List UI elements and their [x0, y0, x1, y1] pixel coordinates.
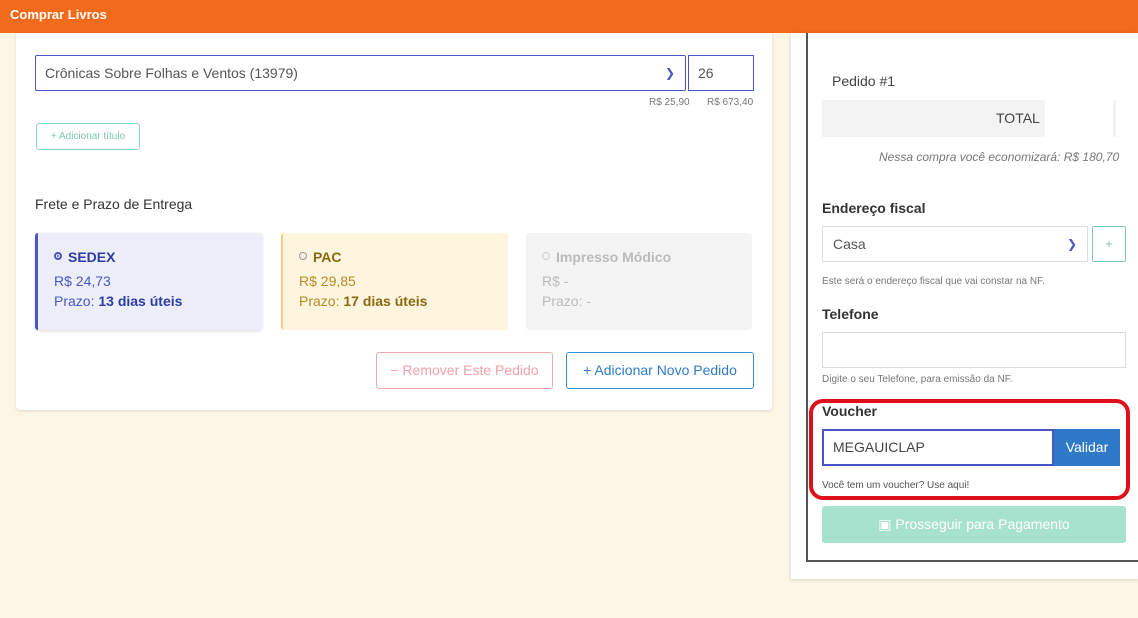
billing-address-label: Endereço fiscal — [822, 200, 926, 216]
proceed-to-payment-button[interactable]: ▣ Prosseguir para Pagamento — [822, 506, 1126, 543]
voucher-highlight-outline — [809, 399, 1130, 500]
shipping-option-prazo: Prazo: 17 dias úteis — [299, 293, 508, 309]
total-value-masked — [1045, 100, 1113, 137]
shipping-option-price: R$ - — [542, 273, 569, 289]
app-header: Comprar Livros — [0, 0, 1138, 33]
shipping-option-price: R$ 24,73 — [54, 273, 111, 289]
summary-total-row: TOTAL — [822, 100, 1116, 137]
add-title-button[interactable]: + Adicionar título — [36, 123, 140, 150]
page-title: Comprar Livros — [10, 7, 107, 22]
unit-price: R$ 25,90 — [649, 97, 690, 108]
book-select[interactable]: Crônicas Sobre Folhas e Ventos (13979) ❯ — [35, 55, 686, 91]
proceed-label: Prosseguir para Pagamento — [895, 516, 1070, 532]
book-select-value: Crônicas Sobre Folhas e Ventos (13979) — [45, 65, 298, 81]
quantity-value: 26 — [698, 65, 714, 81]
card-icon: ▣ — [878, 516, 892, 532]
prazo-value: 17 dias úteis — [343, 293, 428, 309]
shipping-heading: Frete e Prazo de Entrega — [35, 196, 193, 212]
savings-text: Nessa compra você economizará: R$ 180,70 — [879, 150, 1120, 164]
summary-pedido-row: Pedido #1 — [822, 62, 1116, 100]
shipping-option-prazo: Prazo: - — [542, 293, 752, 309]
phone-label: Telefone — [822, 306, 879, 322]
total-label: TOTAL — [996, 110, 1040, 126]
remove-order-button[interactable]: − Remover Este Pedido — [376, 352, 553, 389]
phone-input[interactable] — [822, 332, 1126, 368]
chevron-down-icon: ❯ — [1066, 237, 1077, 251]
add-new-order-button[interactable]: + Adicionar Novo Pedido — [566, 352, 754, 389]
add-address-button[interactable]: + — [1092, 226, 1126, 262]
shipping-option-name: PAC — [313, 249, 342, 265]
shipping-option-name: Impresso Módico — [556, 249, 672, 265]
phone-hint: Digite o seu Telefone, para emissão da N… — [822, 374, 1013, 385]
shipping-option-prazo: Prazo: 13 dias úteis — [54, 293, 262, 309]
line-total-price: R$ 673,40 — [707, 97, 754, 108]
shipping-option-pac[interactable]: PAC R$ 29,85 Prazo: 17 dias úteis — [281, 233, 508, 330]
pedido-label: Pedido #1 — [832, 73, 896, 89]
prazo-value: 13 dias úteis — [98, 293, 183, 309]
billing-address-value: Casa — [833, 236, 866, 252]
prazo-label: Prazo: — [542, 293, 583, 309]
shipping-option-price: R$ 29,85 — [299, 273, 356, 289]
prazo-label: Prazo: — [54, 293, 95, 309]
chevron-down-icon: ❯ — [664, 66, 675, 80]
billing-address-hint: Este será o endereço fiscal que vai cons… — [822, 276, 1045, 287]
quantity-input[interactable]: 26 — [688, 55, 754, 91]
billing-address-select[interactable]: Casa ❯ — [822, 226, 1088, 262]
radio-disabled-icon — [542, 252, 550, 260]
summary-title-faded — [822, 10, 829, 33]
shipping-option-name: SEDEX — [68, 249, 116, 265]
radio-selected-icon[interactable] — [54, 252, 62, 260]
prazo-label: Prazo: — [299, 293, 340, 309]
shipping-option-impresso-modico: Impresso Módico R$ - Prazo: - — [526, 233, 752, 330]
radio-unselected-icon[interactable] — [299, 252, 307, 260]
prazo-value: - — [586, 293, 592, 309]
shipping-option-sedex[interactable]: SEDEX R$ 24,73 Prazo: 13 dias úteis — [35, 233, 262, 330]
